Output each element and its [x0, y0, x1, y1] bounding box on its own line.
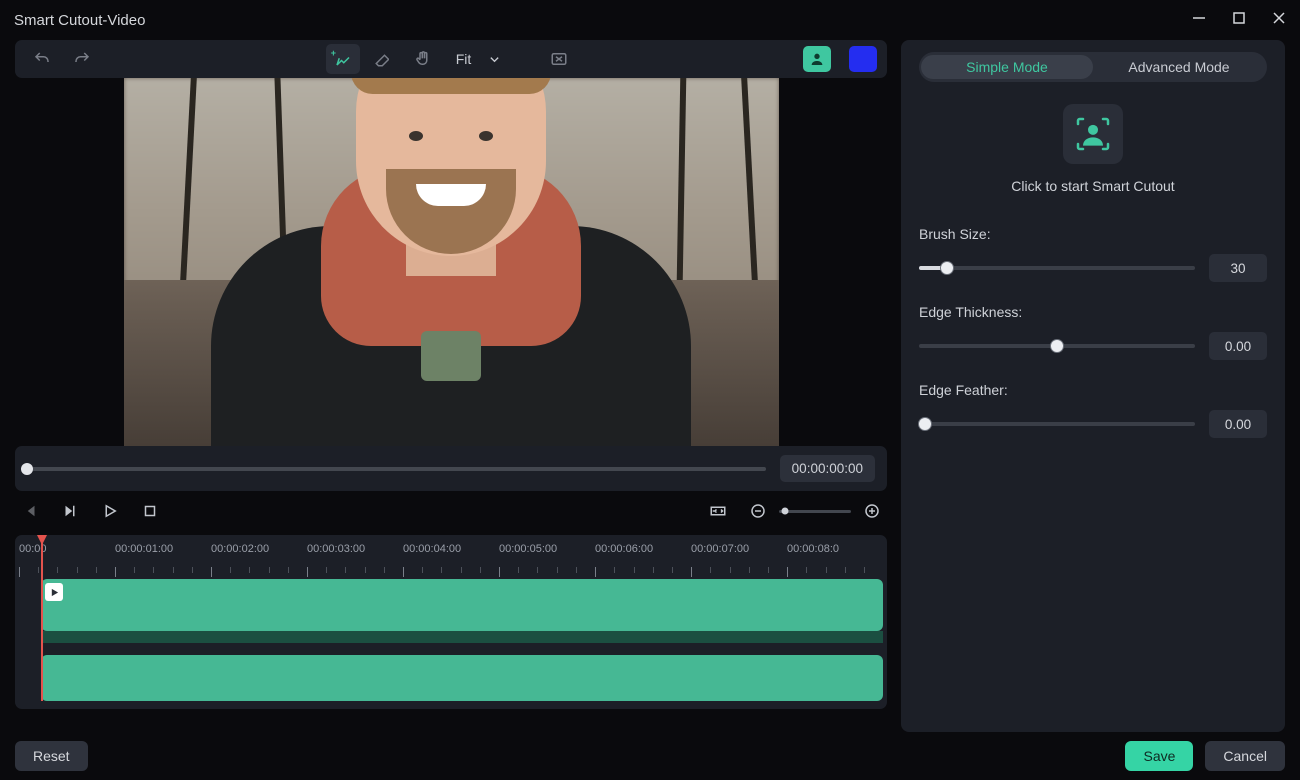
save-button[interactable]: Save — [1125, 741, 1193, 771]
cancel-button[interactable]: Cancel — [1205, 741, 1285, 771]
redo-button[interactable] — [65, 44, 99, 74]
edge-thickness-slider[interactable] — [919, 344, 1195, 348]
editor-toolbar: + Fit — [15, 40, 887, 78]
brush-size-value[interactable]: 30 — [1209, 254, 1267, 282]
play-button[interactable] — [101, 502, 119, 520]
cutout-caption: Click to start Smart Cutout — [919, 178, 1267, 194]
edge-thickness-label: Edge Thickness: — [919, 304, 1267, 320]
ruler-label: 00:00 — [19, 543, 115, 555]
foreground-preview-chip[interactable] — [803, 46, 831, 72]
ruler-label: 00:00:01:00 — [115, 543, 211, 555]
play-next-frame-button[interactable] — [61, 502, 79, 520]
zoom-slider[interactable] — [779, 510, 851, 513]
step-back-button[interactable] — [21, 502, 39, 520]
background-preview-chip[interactable] — [849, 46, 877, 72]
compare-toggle[interactable] — [542, 44, 576, 74]
brush-size-slider[interactable] — [919, 266, 1195, 270]
stop-button[interactable] — [141, 502, 159, 520]
ruler-label: 00:00:07:00 — [691, 543, 787, 555]
zoom-select[interactable]: Fit — [446, 44, 511, 74]
reset-button[interactable]: Reset — [15, 741, 88, 771]
ruler-label: 00:00:06:00 — [595, 543, 691, 555]
ruler-label: 00:00:04:00 — [403, 543, 499, 555]
edge-feather-slider[interactable] — [919, 422, 1195, 426]
settings-panel: Simple Mode Advanced Mode Click to start… — [901, 40, 1285, 732]
window-title: Smart Cutout-Video — [14, 12, 145, 29]
edge-feather-label: Edge Feather: — [919, 382, 1267, 398]
mode-tabs: Simple Mode Advanced Mode — [919, 52, 1267, 82]
start-cutout-button[interactable] — [1063, 104, 1123, 164]
video-clip-track[interactable] — [41, 579, 883, 631]
minimize-button[interactable] — [1192, 11, 1206, 30]
zoom-out-button[interactable] — [749, 502, 767, 520]
edge-feather-value[interactable]: 0.00 — [1209, 410, 1267, 438]
fit-width-button[interactable] — [709, 502, 727, 520]
footer: Reset Save Cancel — [0, 732, 1300, 780]
maximize-button[interactable] — [1232, 11, 1246, 30]
timeline[interactable]: 00:0000:00:01:0000:00:02:0000:00:03:0000… — [15, 535, 887, 709]
video-preview[interactable] — [124, 78, 779, 446]
time-display: 00:00:00:00 — [780, 455, 875, 482]
scrubber-track[interactable] — [27, 467, 766, 471]
ruler-label: 00:00:02:00 — [211, 543, 307, 555]
clip-play-icon — [45, 583, 63, 601]
scrubber-bar: 00:00:00:00 — [15, 446, 887, 491]
ruler-label: 00:00:03:00 — [307, 543, 403, 555]
scrubber-thumb[interactable] — [21, 463, 33, 475]
ruler-label: 00:00:08:0 — [787, 543, 883, 555]
chevron-down-icon — [489, 54, 500, 65]
clip-gap — [41, 631, 883, 643]
zoom-label: Fit — [456, 51, 472, 67]
audio-clip-track[interactable] — [41, 655, 883, 701]
zoom-in-button[interactable] — [863, 502, 881, 520]
erase-brush-tool[interactable] — [366, 44, 400, 74]
ruler-label: 00:00:05:00 — [499, 543, 595, 555]
brush-size-label: Brush Size: — [919, 226, 1267, 242]
tab-simple-mode[interactable]: Simple Mode — [921, 55, 1093, 79]
undo-button[interactable] — [25, 44, 59, 74]
timeline-ruler[interactable]: 00:0000:00:01:0000:00:02:0000:00:03:0000… — [19, 543, 883, 577]
tab-advanced-mode[interactable]: Advanced Mode — [1093, 55, 1265, 79]
pan-tool[interactable] — [406, 44, 440, 74]
add-brush-tool[interactable]: + — [326, 44, 360, 74]
close-button[interactable] — [1272, 11, 1286, 30]
playhead[interactable] — [41, 538, 43, 701]
transport-controls — [15, 491, 887, 531]
edge-thickness-value[interactable]: 0.00 — [1209, 332, 1267, 360]
titlebar: Smart Cutout-Video — [0, 0, 1300, 40]
preview-area — [15, 78, 887, 446]
